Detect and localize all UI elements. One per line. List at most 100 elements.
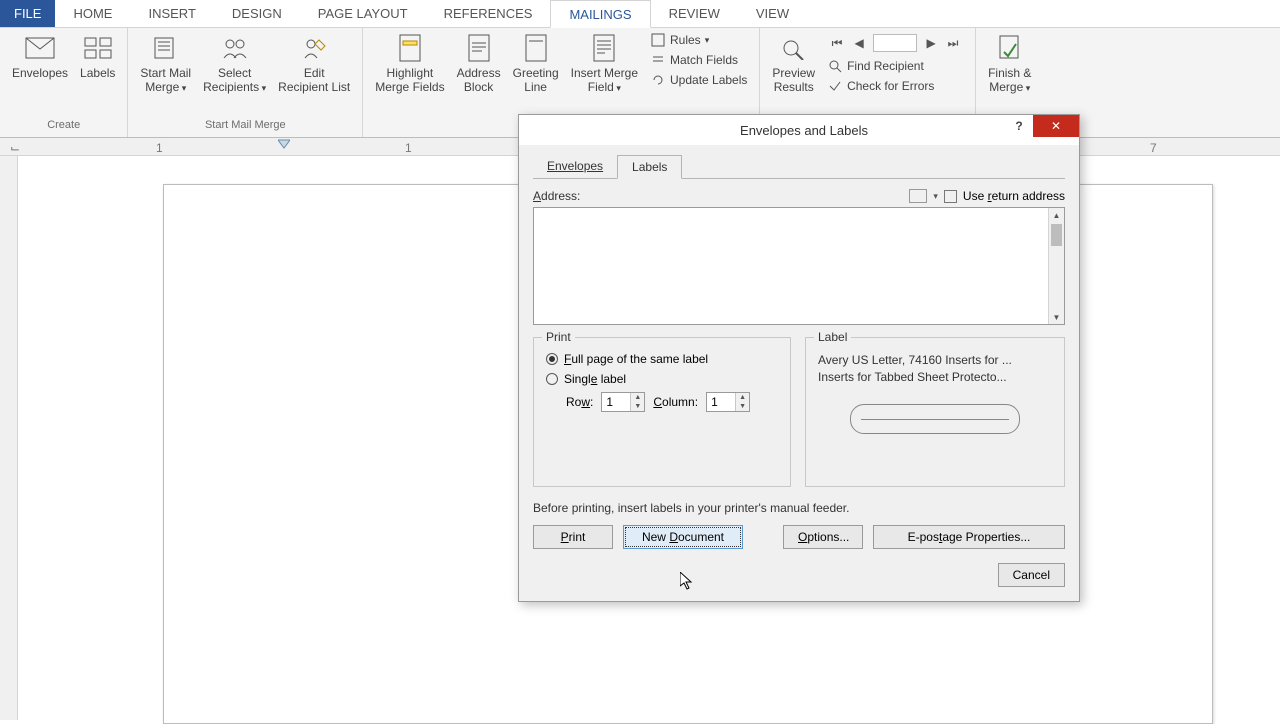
group-create-label: Create <box>6 119 121 135</box>
labels-button[interactable]: Labels <box>74 30 121 119</box>
scroll-up-icon[interactable]: ▲ <box>1049 208 1064 222</box>
label-preview[interactable] <box>850 404 1020 434</box>
new-document-button[interactable]: New Document <box>623 525 743 549</box>
find-recipient-button[interactable]: Find Recipient <box>827 58 963 74</box>
tab-envelopes[interactable]: Envelopes <box>533 155 617 178</box>
tab-page-layout[interactable]: PAGE LAYOUT <box>300 0 426 27</box>
col-down-icon[interactable]: ▼ <box>736 402 749 411</box>
label-legend: Label <box>814 330 851 344</box>
use-return-address-checkbox[interactable] <box>944 190 957 203</box>
rules-label: Rules <box>670 33 701 47</box>
check-icon <box>827 78 843 94</box>
print-button[interactable]: Print <box>533 525 613 549</box>
options-button[interactable]: Options... <box>783 525 863 549</box>
cancel-button[interactable]: Cancel <box>998 563 1065 587</box>
tab-labels[interactable]: Labels <box>617 155 682 179</box>
address-block-button[interactable]: Address Block <box>451 30 507 119</box>
address-textarea[interactable]: ▲ ▼ <box>533 207 1065 325</box>
epostage-button[interactable]: E-postage Properties... <box>873 525 1065 549</box>
column-spinner[interactable]: ▲▼ <box>706 392 750 412</box>
find-recipient-label: Find Recipient <box>847 59 924 73</box>
preview-results-button[interactable]: Preview Results <box>766 30 821 119</box>
address-scrollbar[interactable]: ▲ ▼ <box>1048 208 1064 324</box>
address-book-dropdown-icon[interactable]: ▾ <box>933 191 938 202</box>
finish-merge-label: Finish & Merge <box>988 66 1031 95</box>
tab-review[interactable]: REVIEW <box>651 0 738 27</box>
match-fields-button[interactable]: Match Fields <box>650 52 747 68</box>
find-icon <box>827 58 843 74</box>
first-record-icon[interactable]: ⏮ <box>829 35 845 51</box>
group-create: Envelopes Labels Create <box>0 28 128 137</box>
scroll-down-icon[interactable]: ▼ <box>1049 310 1064 324</box>
tab-file[interactable]: FILE <box>0 0 55 27</box>
write-insert-small-stack: Rules▾ Match Fields Update Labels <box>644 30 753 119</box>
ruler-tick: 7 <box>1150 141 1157 155</box>
rules-icon <box>650 32 666 48</box>
envelope-icon <box>24 32 56 64</box>
finish-merge-button[interactable]: Finish & Merge <box>982 30 1037 119</box>
row-up-icon[interactable]: ▲ <box>631 393 644 402</box>
insert-field-icon <box>588 32 620 64</box>
mail-merge-icon <box>150 32 182 64</box>
highlight-icon <box>394 32 426 64</box>
start-mail-merge-label: Start Mail Merge <box>140 66 191 95</box>
dialog-hint: Before printing, insert labels in your p… <box>533 501 1065 515</box>
ribbon-tabstrip: FILE HOME INSERT DESIGN PAGE LAYOUT REFE… <box>0 0 1280 28</box>
col-up-icon[interactable]: ▲ <box>736 393 749 402</box>
dialog-help-button[interactable]: ? <box>1005 115 1033 137</box>
check-errors-button[interactable]: Check for Errors <box>827 78 963 94</box>
greeting-icon <box>520 32 552 64</box>
use-return-address-label: Use return address <box>963 189 1065 203</box>
group-start-mail-merge: Start Mail Merge Select Recipients Edit … <box>128 28 363 137</box>
next-record-icon[interactable]: ▶ <box>923 35 939 51</box>
envelopes-labels-dialog: Envelopes and Labels ? ✕ Envelopes Label… <box>518 114 1080 602</box>
label-product-line1: Avery US Letter, 74160 Inserts for ... <box>818 352 1052 369</box>
preview-icon <box>778 32 810 64</box>
highlight-merge-fields-button[interactable]: Highlight Merge Fields <box>369 30 450 119</box>
update-labels-icon <box>650 72 666 88</box>
row-label: Row: <box>566 395 593 409</box>
scroll-thumb[interactable] <box>1051 224 1062 246</box>
edit-recipient-list-button[interactable]: Edit Recipient List <box>272 30 356 119</box>
tab-home[interactable]: HOME <box>55 0 130 27</box>
update-labels-button[interactable]: Update Labels <box>650 72 747 88</box>
rules-button[interactable]: Rules▾ <box>650 32 747 48</box>
group-start-mail-merge-label: Start Mail Merge <box>134 119 356 135</box>
tab-mailings[interactable]: MAILINGS <box>550 0 650 28</box>
dialog-close-button[interactable]: ✕ <box>1033 115 1079 137</box>
dialog-title: Envelopes and Labels <box>529 123 1079 138</box>
highlight-label: Highlight Merge Fields <box>375 66 444 94</box>
record-nav: ⏮ ◀ ▶ ⏭ <box>827 32 963 54</box>
start-mail-merge-button[interactable]: Start Mail Merge <box>134 30 197 119</box>
dialog-titlebar[interactable]: Envelopes and Labels ? ✕ <box>519 115 1079 145</box>
dialog-tabs: Envelopes Labels <box>533 155 1065 179</box>
match-fields-icon <box>650 52 666 68</box>
indent-marker-icon[interactable] <box>278 138 290 152</box>
radio-single-label[interactable] <box>546 373 558 385</box>
prev-record-icon[interactable]: ◀ <box>851 35 867 51</box>
column-label: Column: <box>653 395 698 409</box>
labels-icon <box>82 32 114 64</box>
address-book-icon[interactable] <box>909 189 927 203</box>
address-label: Address: <box>533 189 580 203</box>
tab-insert[interactable]: INSERT <box>130 0 213 27</box>
tab-references[interactable]: REFERENCES <box>426 0 551 27</box>
tab-view[interactable]: VIEW <box>738 0 807 27</box>
vertical-ruler[interactable] <box>0 156 18 720</box>
column-input[interactable] <box>707 393 735 411</box>
insert-merge-field-button[interactable]: Insert Merge Field <box>565 30 644 119</box>
envelopes-button[interactable]: Envelopes <box>6 30 74 119</box>
label-product-line2: Inserts for Tabbed Sheet Protecto... <box>818 369 1052 386</box>
select-recipients-button[interactable]: Select Recipients <box>197 30 272 119</box>
greeting-line-button[interactable]: Greeting Line <box>507 30 565 119</box>
row-down-icon[interactable]: ▼ <box>631 402 644 411</box>
last-record-icon[interactable]: ⏭ <box>945 35 961 51</box>
tab-design[interactable]: DESIGN <box>214 0 300 27</box>
print-legend: Print <box>542 330 575 344</box>
check-errors-label: Check for Errors <box>847 79 934 93</box>
record-number-input[interactable] <box>873 34 917 52</box>
row-spinner[interactable]: ▲▼ <box>601 392 645 412</box>
radio-full-page[interactable] <box>546 353 558 365</box>
row-input[interactable] <box>602 393 630 411</box>
recipients-icon <box>219 32 251 64</box>
